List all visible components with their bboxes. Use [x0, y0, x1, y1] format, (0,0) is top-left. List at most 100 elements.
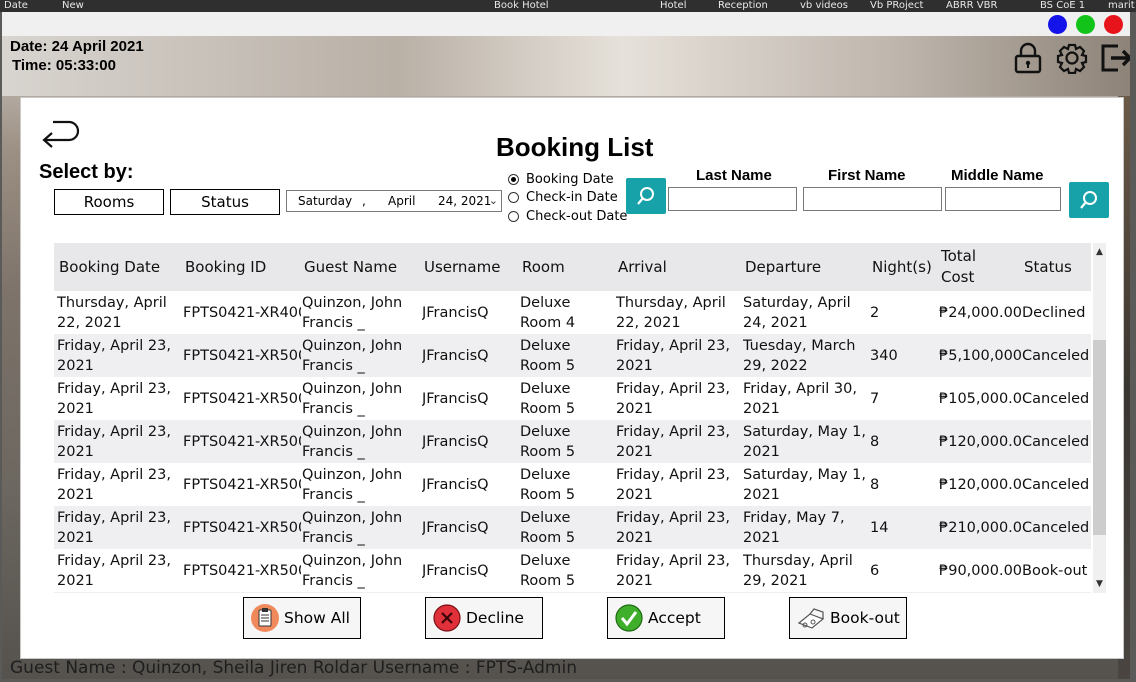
settings-gear-icon[interactable]	[1055, 42, 1089, 74]
table-cell: Canceled	[1022, 476, 1090, 493]
column-header[interactable]: Booking Date	[59, 243, 179, 291]
table-row[interactable]: Friday, April 23, 2021 FPTS0421-XR5006Qui…	[54, 506, 1091, 549]
maximize-button[interactable]	[1076, 15, 1095, 34]
table-cell: ₱90,000.00	[939, 562, 1023, 579]
minimize-button[interactable]	[1048, 15, 1067, 34]
logged-in-user-status: Guest Name : Quinzon, Sheila Jiren Rolda…	[10, 658, 577, 678]
radio-check-in-date[interactable]: Check-in Date	[508, 188, 618, 206]
taskbar-item[interactable]: marit	[1108, 0, 1135, 12]
table-cell: Friday, April 23, 2021	[616, 337, 730, 374]
taskbar-item[interactable]: vb videos	[800, 0, 848, 12]
table-cell: 6	[870, 562, 880, 579]
show-all-button[interactable]: Show All	[243, 597, 361, 639]
table-cell: Friday, April 23, 2021	[57, 380, 171, 417]
rooms-button[interactable]: Rooms	[54, 189, 164, 215]
book-out-icon	[797, 608, 825, 629]
table-cell: Quinzon, John Francis _	[302, 509, 403, 546]
table-cell: Friday, April 23, 2021	[616, 423, 730, 460]
column-header[interactable]: Departure	[745, 243, 865, 291]
column-header[interactable]: Total Cost	[941, 243, 986, 291]
table-cell: JFrancisQ	[422, 390, 489, 407]
table-cell: JFrancisQ	[422, 519, 489, 536]
back-arrow-icon[interactable]	[39, 114, 83, 148]
name-search-button[interactable]	[1069, 182, 1109, 218]
first-name-input[interactable]	[803, 187, 942, 211]
table-cell: Friday, April 23, 2021	[616, 509, 730, 546]
table-cell: ₱120,000.00	[939, 433, 1023, 450]
search-icon	[637, 187, 654, 205]
table-row[interactable]: Friday, April 23, 2021 FPTS0421-XR5004Qui…	[54, 420, 1091, 463]
table-cell: Deluxe Room 5	[520, 552, 576, 589]
table-cell: 14	[870, 519, 889, 536]
status-button[interactable]: Status	[170, 189, 280, 215]
table-scrollbar[interactable]: ▲ ▼	[1093, 243, 1106, 593]
last-name-input[interactable]	[668, 187, 797, 211]
table-row[interactable]: Friday, April 23, 2021 FPTS0421-XR5002Qui…	[54, 334, 1091, 377]
taskbar-item[interactable]: Date	[4, 0, 28, 12]
accept-button[interactable]: Accept	[607, 597, 725, 639]
radio-check-out-date[interactable]: Check-out Date	[508, 207, 627, 225]
close-button[interactable]	[1104, 15, 1123, 34]
table-row[interactable]: Friday, April 23, 2021 Quinzon, John Delux…	[54, 592, 1091, 593]
scrollbar-thumb[interactable]	[1093, 340, 1106, 535]
book-out-label: Book-out	[830, 609, 900, 627]
table-cell: JFrancisQ	[422, 562, 489, 579]
column-header[interactable]: Arrival	[618, 243, 738, 291]
show-all-label: Show All	[284, 609, 350, 627]
taskbar-item[interactable]: Reception	[718, 0, 768, 12]
middle-name-label: Middle Name	[951, 167, 1044, 184]
table-cell: Quinzon, John	[302, 592, 420, 593]
scroll-up-icon[interactable]: ▲	[1093, 245, 1106, 259]
table-cell: Friday, April 23, 2021	[616, 380, 730, 417]
table-cell: Quinzon, John Francis _	[302, 380, 403, 417]
radio-label: Check-in Date	[526, 189, 618, 205]
date-search-button[interactable]	[626, 178, 666, 214]
chevron-down-icon[interactable]: ⌄	[489, 194, 498, 207]
radio-unselected-icon[interactable]	[508, 191, 519, 203]
table-row[interactable]: Thursday, April 22, 2021 FPTS0421-XR4001Q…	[54, 291, 1091, 334]
lock-icon[interactable]	[1011, 42, 1045, 74]
booking-table: Booking Date Booking ID Guest Name Usern…	[54, 243, 1106, 593]
logout-icon[interactable]	[1098, 42, 1130, 74]
table-row[interactable]: Friday, April 23, 2021FPTS0421-XR5007Qui…	[54, 549, 1091, 592]
taskbar-item[interactable]: BS CoE 1	[1040, 0, 1085, 12]
column-header[interactable]: Booking ID	[185, 243, 300, 291]
table-row[interactable]: Friday, April 23, 2021 FPTS0421-XR5003Qui…	[54, 377, 1091, 420]
table-cell: Friday, April 23, 2021	[57, 552, 171, 589]
title-bar	[2, 12, 1130, 36]
radio-booking-date[interactable]: Booking Date	[508, 170, 614, 188]
book-out-button[interactable]: Book-out	[789, 597, 907, 639]
table-cell: FPTS0421-XR5006	[183, 519, 301, 536]
decline-button[interactable]: Decline	[425, 597, 543, 639]
column-header[interactable]: Room	[522, 243, 612, 291]
taskbar-item[interactable]: Vb PRoject	[870, 0, 923, 12]
column-header[interactable]: Guest Name	[304, 243, 419, 291]
middle-name-input[interactable]	[945, 187, 1061, 211]
taskbar-item[interactable]: New	[62, 0, 84, 12]
radio-selected-icon[interactable]	[508, 173, 519, 185]
table-cell: Friday, April 23,	[616, 592, 739, 593]
table-cell: Deluxe Room 5	[520, 423, 576, 460]
table-cell: Friday, April 23, 2021	[57, 423, 171, 460]
date-picker[interactable]: Saturday , April 24, 2021 ⌄	[286, 190, 502, 212]
table-cell: FPTS0421-XR5004	[183, 433, 301, 450]
table-cell: 340	[870, 347, 898, 364]
taskbar-item[interactable]: Book Hotel	[494, 0, 549, 12]
radio-unselected-icon[interactable]	[508, 210, 519, 222]
table-cell: ₱210,000.00	[939, 519, 1023, 536]
booking-window: Date: 24 April 2021 Time: 05:33:00 Booki…	[2, 12, 1130, 679]
table-cell: Friday, April 23, 2021	[57, 592, 181, 593]
table-cell: Friday, April 23, 2021	[616, 552, 730, 589]
column-header[interactable]: Status	[1024, 243, 1090, 291]
taskbar-item[interactable]: Hotel	[660, 0, 687, 12]
table-row[interactable]: Friday, April 23, 2021 FPTS0421-XR5005Qui…	[54, 463, 1091, 506]
search-icon	[1080, 191, 1097, 209]
taskbar-item[interactable]: ABRR VBR	[946, 0, 997, 12]
scroll-down-icon[interactable]: ▼	[1093, 577, 1106, 591]
column-header[interactable]: Username	[424, 243, 519, 291]
column-header[interactable]: Night(s)	[872, 243, 937, 291]
table-cell: 7	[870, 390, 880, 407]
page-title: Booking List	[496, 132, 654, 162]
table-cell: Thursday, April 22, 2021	[616, 294, 726, 331]
table-cell: Quinzon, John Francis _	[302, 337, 403, 374]
